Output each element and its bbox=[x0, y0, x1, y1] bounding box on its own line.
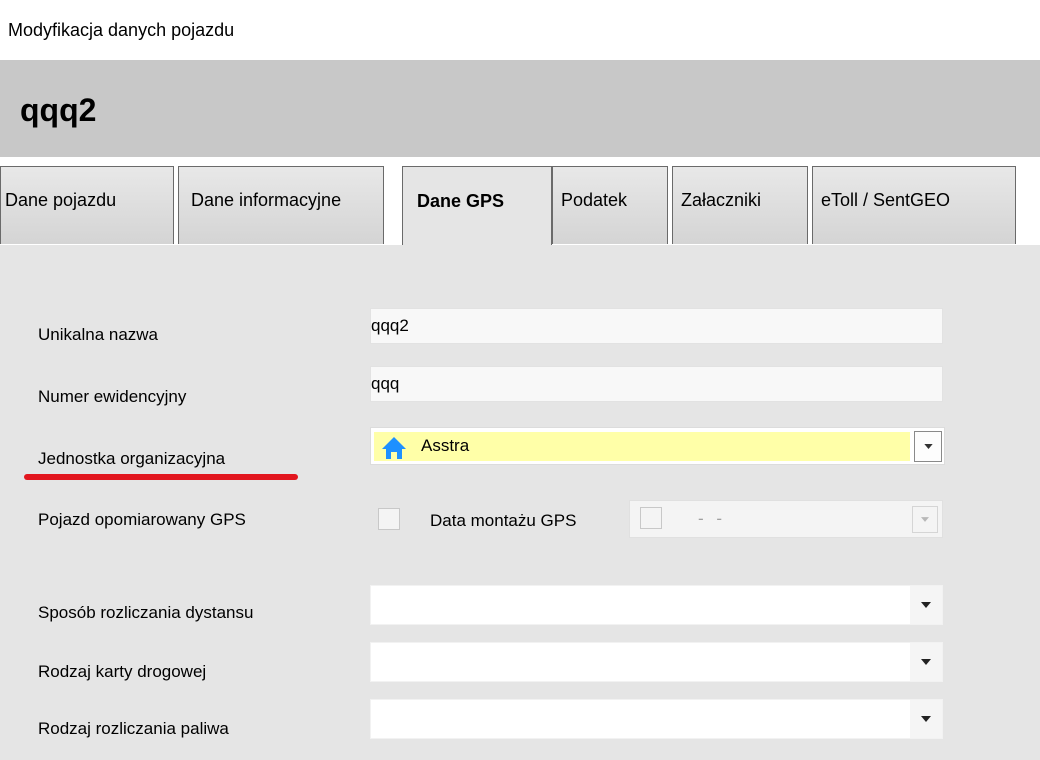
tab-label: Podatek bbox=[561, 190, 628, 210]
window-title: Modyfikacja danych pojazdu bbox=[8, 20, 235, 40]
distance-method-select[interactable] bbox=[370, 585, 943, 625]
tab-etoll-sentgeo[interactable]: eToll / SentGEO bbox=[812, 166, 1016, 244]
red-underline-annotation bbox=[24, 474, 298, 480]
tab-label: Dane pojazdu bbox=[5, 190, 117, 210]
chevron-down-icon bbox=[921, 517, 929, 522]
fuel-settlement-select[interactable] bbox=[370, 699, 943, 739]
tab-dane-gps[interactable]: Dane GPS bbox=[402, 166, 552, 246]
tab-zalaczniki[interactable]: Załaczniki bbox=[672, 166, 808, 244]
chevron-down-icon bbox=[921, 716, 931, 722]
org-unit-dropdown-button[interactable] bbox=[914, 431, 942, 462]
org-unit-label: Jednostka organizacyjna bbox=[38, 449, 226, 468]
tab-label: Załaczniki bbox=[681, 190, 762, 210]
unique-name-field[interactable]: qqq2 bbox=[370, 308, 943, 344]
org-unit-value: Asstra bbox=[421, 436, 470, 455]
road-card-type-select[interactable] bbox=[370, 642, 943, 682]
gps-install-date-dropdown-button[interactable] bbox=[912, 506, 938, 533]
fuel-settlement-label: Rodzaj rozliczania paliwa bbox=[38, 719, 229, 738]
chevron-down-icon bbox=[921, 659, 931, 665]
fuel-settlement-dropdown-button[interactable] bbox=[910, 700, 942, 738]
tab-label: Dane informacyjne bbox=[191, 190, 342, 210]
distance-method-dropdown-button[interactable] bbox=[910, 586, 942, 624]
tab-dane-pojazdu[interactable]: Dane pojazdu bbox=[0, 166, 174, 244]
unique-name-value: qqq2 bbox=[371, 316, 409, 335]
tab-dane-informacyjne[interactable]: Dane informacyjne bbox=[178, 166, 384, 244]
chevron-down-icon bbox=[921, 602, 931, 608]
org-unit-select[interactable]: Asstra bbox=[370, 427, 945, 465]
gps-measured-label: Pojazd opomiarowany GPS bbox=[38, 510, 246, 529]
reg-number-label: Numer ewidencyjny bbox=[38, 387, 187, 406]
home-icon bbox=[382, 437, 406, 459]
tab-podatek[interactable]: Podatek bbox=[552, 166, 668, 244]
gps-install-date-checkbox[interactable] bbox=[640, 507, 662, 529]
vehicle-title: qqq2 bbox=[20, 92, 97, 128]
road-card-type-dropdown-button[interactable] bbox=[910, 643, 942, 681]
reg-number-value: qqq bbox=[371, 374, 400, 393]
chevron-down-icon bbox=[923, 444, 933, 449]
road-card-type-label: Rodzaj karty drogowej bbox=[38, 662, 207, 681]
gps-install-date-label: Data montażu GPS bbox=[430, 511, 577, 530]
tab-label: Dane GPS bbox=[417, 191, 505, 211]
tab-label: eToll / SentGEO bbox=[821, 190, 951, 210]
gps-measured-checkbox[interactable] bbox=[378, 508, 400, 530]
header-bar bbox=[0, 60, 1040, 157]
unique-name-label: Unikalna nazwa bbox=[38, 325, 159, 344]
distance-method-label: Sposób rozliczania dystansu bbox=[38, 603, 254, 622]
gps-install-date-value: - - bbox=[698, 509, 727, 528]
reg-number-field[interactable]: qqq bbox=[370, 366, 943, 402]
gps-install-date-field: - - bbox=[629, 500, 943, 538]
